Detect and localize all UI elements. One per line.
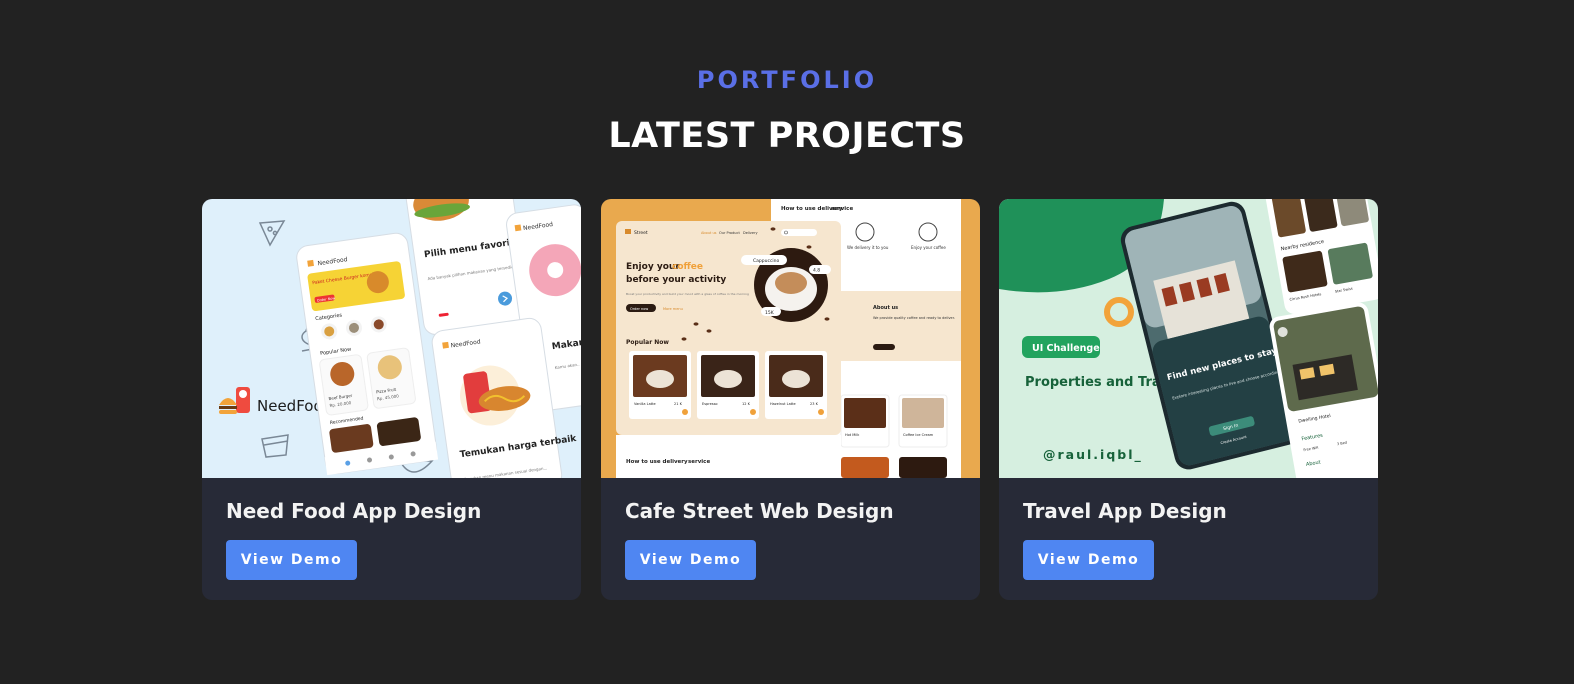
svg-text:12 K: 12 K bbox=[742, 402, 751, 406]
svg-text:UI Challenge: UI Challenge bbox=[1032, 343, 1100, 354]
project-card-travel: UI Challenge Properties and Travel App @… bbox=[999, 199, 1378, 600]
project-title: Travel App Design bbox=[1023, 499, 1227, 523]
svg-text:Our Product: Our Product bbox=[719, 231, 740, 235]
svg-text:About us: About us bbox=[701, 231, 717, 235]
svg-text:We delivery it to you: We delivery it to you bbox=[847, 245, 889, 250]
svg-text:We provide quality coffee and: We provide quality coffee and ready to d… bbox=[873, 316, 955, 320]
project-thumbnail-cafe-street: How to use delivery service We delivery … bbox=[601, 199, 980, 478]
view-demo-button[interactable]: View Demo bbox=[1023, 540, 1154, 580]
svg-text:4.8: 4.8 bbox=[813, 268, 820, 274]
project-title: Cafe Street Web Design bbox=[625, 499, 894, 523]
project-card-need-food: NeedFood NeedFood Paket Cheese Burger ko… bbox=[202, 199, 581, 600]
svg-text:Enjoy your coffee: Enjoy your coffee bbox=[911, 245, 946, 250]
svg-text:@raul.iqbl_: @raul.iqbl_ bbox=[1043, 447, 1143, 463]
svg-text:15K: 15K bbox=[765, 310, 775, 316]
svg-text:Delivery: Delivery bbox=[743, 231, 758, 235]
svg-text:21 K: 21 K bbox=[674, 402, 683, 406]
web-mock-home: Street About us Our Product Delivery Enj… bbox=[616, 221, 841, 478]
svg-text:Street: Street bbox=[634, 230, 648, 236]
section-title: LATEST PROJECTS bbox=[608, 116, 966, 156]
project-title: Need Food App Design bbox=[226, 499, 482, 523]
svg-text:Boost your productivity and bu: Boost your productivity and build your m… bbox=[626, 292, 749, 296]
svg-text:Vanilla Latte: Vanilla Latte bbox=[634, 402, 656, 406]
svg-text:service: service bbox=[831, 206, 853, 212]
svg-text:service: service bbox=[688, 459, 710, 465]
section-label: PORTFOLIO bbox=[696, 66, 878, 94]
project-thumbnail-travel: UI Challenge Properties and Travel App @… bbox=[999, 199, 1378, 478]
view-demo-button[interactable]: View Demo bbox=[625, 540, 756, 580]
project-card-cafe-street: How to use delivery service We delivery … bbox=[601, 199, 980, 600]
view-demo-button[interactable]: View Demo bbox=[226, 540, 357, 580]
svg-text:coffee: coffee bbox=[672, 262, 703, 272]
svg-text:before your activity: before your activity bbox=[626, 275, 726, 285]
svg-text:Espresso: Espresso bbox=[702, 402, 718, 406]
svg-text:Cappuccino: Cappuccino bbox=[753, 258, 780, 264]
svg-text:Hot Milk: Hot Milk bbox=[845, 433, 860, 437]
svg-text:23 K: 23 K bbox=[810, 402, 819, 406]
svg-text:About us: About us bbox=[873, 305, 898, 311]
svg-text:Popular Now: Popular Now bbox=[626, 339, 669, 346]
svg-text:How to use delivery: How to use delivery bbox=[626, 459, 688, 465]
svg-text:Order now: Order now bbox=[630, 307, 648, 311]
svg-text:More menu: More menu bbox=[663, 307, 683, 311]
svg-text:Coffee Ice Cream: Coffee Ice Cream bbox=[903, 433, 934, 437]
svg-text:Hazelnut Latte: Hazelnut Latte bbox=[770, 402, 796, 406]
project-thumbnail-need-food: NeedFood NeedFood Paket Cheese Burger ko… bbox=[202, 199, 581, 478]
